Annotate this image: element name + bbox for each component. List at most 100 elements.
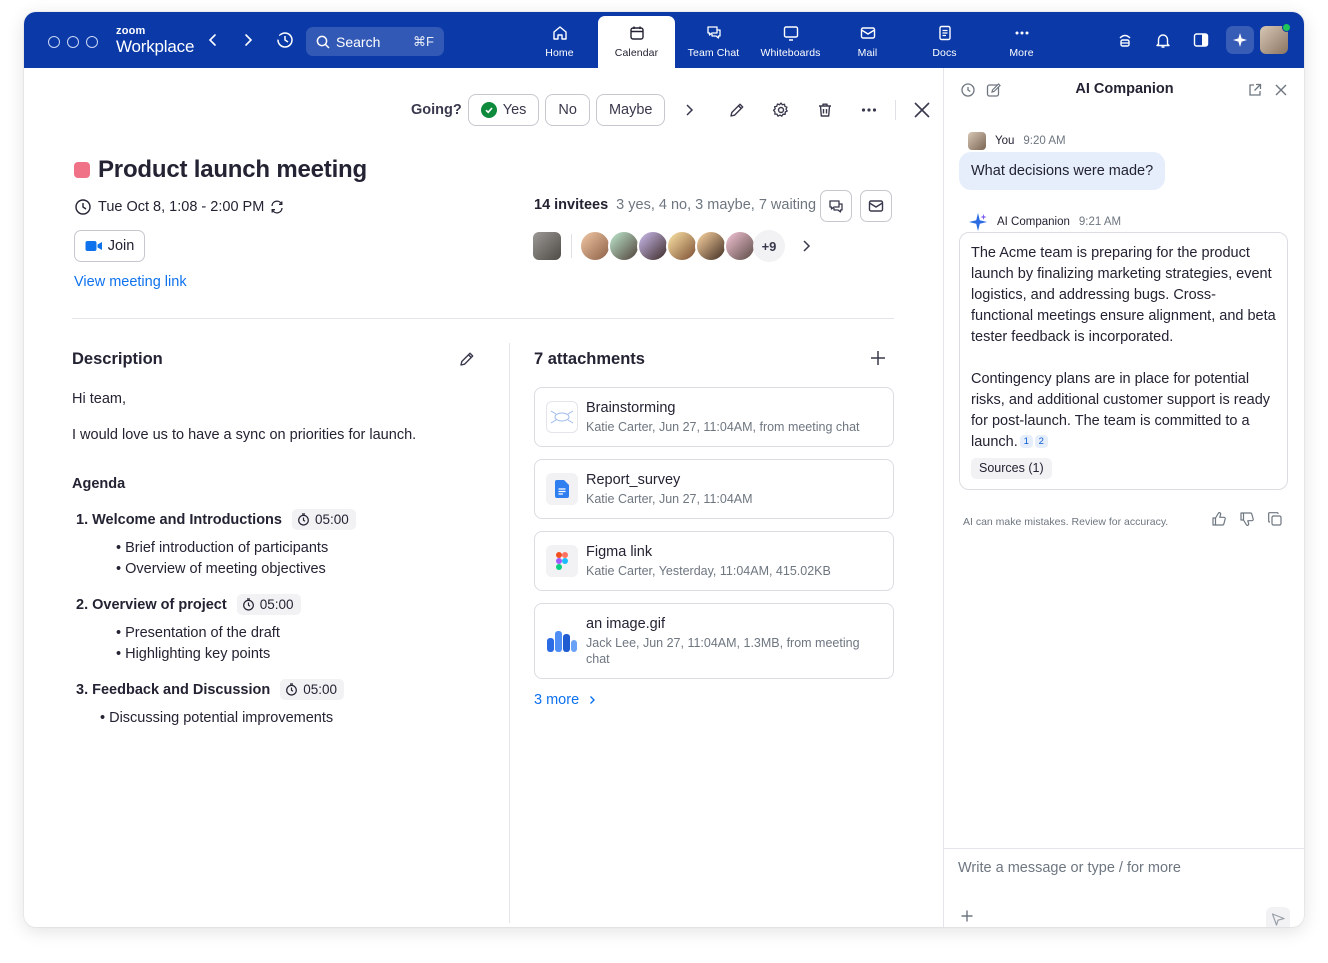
ai-timestamp: 9:21 AM: [1078, 216, 1122, 228]
agenda-bullet: • Discussing potential improvements: [100, 710, 334, 726]
thumbs-down-icon[interactable]: [1239, 511, 1255, 527]
trash-icon[interactable]: [809, 94, 841, 126]
maximize-window-button[interactable]: [86, 36, 98, 48]
rsvp-yes-button[interactable]: Yes: [467, 94, 540, 126]
duration-text: 05:00: [314, 512, 349, 527]
ai-answer-text: Contingency plans are in place for poten…: [971, 371, 1271, 450]
online-status-dot: [1282, 23, 1291, 32]
side-panel-icon[interactable]: [1182, 26, 1220, 54]
avatar[interactable]: [724, 230, 756, 262]
rsvp-no-button[interactable]: No: [545, 94, 590, 126]
forward-arrow-icon[interactable]: [240, 32, 256, 48]
tab-mail[interactable]: Mail: [829, 16, 906, 68]
close-window-button[interactable]: [48, 36, 60, 48]
avatar-divider: [571, 234, 572, 258]
thumbs-up-icon[interactable]: [1211, 511, 1227, 527]
gear-icon[interactable]: [765, 94, 797, 126]
minimize-window-button[interactable]: [67, 36, 79, 48]
avatar: [968, 132, 986, 150]
history-icon[interactable]: [275, 30, 295, 50]
search-icon: [316, 35, 330, 49]
view-meeting-link[interactable]: View meeting link: [74, 274, 187, 290]
column-divider: [509, 343, 510, 923]
rsvp-maybe-label: Maybe: [608, 102, 653, 118]
add-attachment-icon[interactable]: [868, 348, 888, 368]
agenda-item: 3. Feedback and Discussion 05:00: [76, 679, 345, 700]
attachment-item[interactable]: Figma link Katie Carter, Yesterday, 11:0…: [534, 531, 894, 591]
compose-input[interactable]: Write a message or type / for more: [958, 860, 1181, 876]
plus-icon[interactable]: [960, 909, 974, 923]
copy-icon[interactable]: [1267, 511, 1283, 527]
rsvp-yes-label: Yes: [502, 102, 527, 118]
invitees-summary: 14 invitees 3 yes, 4 no, 3 maybe, 7 wait…: [534, 197, 816, 213]
meeting-room-icon[interactable]: [1106, 26, 1144, 54]
citation-badge[interactable]: 2: [1034, 435, 1048, 448]
duration-text: 05:00: [259, 597, 294, 612]
ai-message-header: AI Companion 9:21 AM: [968, 212, 1121, 232]
sources-button[interactable]: Sources (1): [971, 458, 1052, 479]
attachment-meta: Katie Carter, Jun 27, 11:04AM: [586, 492, 753, 506]
attachment-meta: Jack Lee, Jun 27, 11:04AM, 1.3MB, from m…: [586, 636, 860, 666]
tab-home[interactable]: Home: [521, 16, 598, 68]
agenda-item: 1. Welcome and Introductions 05:00: [76, 509, 356, 530]
tab-docs[interactable]: Docs: [906, 16, 983, 68]
close-icon[interactable]: [1273, 82, 1289, 98]
avatar[interactable]: [637, 230, 669, 262]
attachment-item[interactable]: Brainstorming Katie Carter, Jun 27, 11:0…: [534, 387, 894, 447]
invitees-status: 3 yes, 4 no, 3 maybe, 7 waiting: [616, 197, 817, 213]
close-icon[interactable]: [906, 94, 938, 126]
show-more-attachments-link[interactable]: 3 more: [534, 692, 597, 708]
tab-team-chat[interactable]: Team Chat: [675, 16, 752, 68]
ai-companion-icon[interactable]: [1226, 26, 1254, 54]
ai-name: AI Companion: [997, 216, 1070, 228]
user-avatar[interactable]: [1260, 23, 1291, 54]
attachment-item[interactable]: Report_survey Katie Carter, Jun 27, 11:0…: [534, 459, 894, 519]
attachments-heading: 7 attachments: [534, 350, 645, 368]
ai-disclaimer: AI can make mistakes. Review for accurac…: [963, 516, 1169, 528]
pop-out-icon[interactable]: [1247, 82, 1263, 98]
app-window: zoom Workplace Search ⌘F Home Calendar T…: [24, 12, 1304, 927]
search-box[interactable]: Search ⌘F: [306, 27, 444, 56]
zoom-logo: zoom Workplace: [116, 26, 194, 56]
tab-whiteboards[interactable]: Whiteboards: [752, 16, 829, 68]
chat-invitees-button[interactable]: [820, 190, 852, 222]
rsvp-maybe-button[interactable]: Maybe: [595, 94, 666, 126]
more-options-icon[interactable]: [853, 94, 885, 126]
avatar[interactable]: [579, 230, 611, 262]
agenda-item-title: 2. Overview of project: [76, 596, 227, 613]
email-invitees-button[interactable]: [860, 190, 892, 222]
user-name: You: [995, 135, 1015, 147]
attachment-name: Brainstorming: [586, 400, 676, 416]
docs-icon: [938, 25, 951, 41]
clock-icon: [75, 199, 91, 215]
citation-badge[interactable]: 1: [1019, 435, 1033, 448]
avatar[interactable]: [531, 230, 563, 262]
tab-mail-label: Mail: [857, 47, 878, 59]
back-arrow-icon[interactable]: [205, 32, 221, 48]
user-message-bubble: What decisions were made?: [959, 152, 1166, 190]
rsvp-no-label: No: [558, 102, 577, 118]
send-button[interactable]: [1266, 907, 1290, 927]
avatar[interactable]: [666, 230, 698, 262]
edit-icon[interactable]: [721, 94, 753, 126]
chevron-right-icon[interactable]: [799, 239, 813, 253]
chevron-right-icon[interactable]: [673, 94, 705, 126]
avatar[interactable]: [608, 230, 640, 262]
search-shortcut: ⌘F: [413, 33, 434, 49]
join-button[interactable]: Join: [74, 230, 145, 262]
more-invitees-count[interactable]: +9: [753, 230, 785, 262]
tab-calendar-label: Calendar: [614, 47, 659, 59]
invitee-avatars[interactable]: +9: [531, 230, 813, 262]
attachment-item[interactable]: an image.gif Jack Lee, Jun 27, 11:04AM, …: [534, 603, 894, 679]
agenda-bullet: • Overview of meeting objectives: [116, 561, 326, 577]
message-composer[interactable]: Write a message or type / for more: [944, 848, 1304, 927]
duration-text: 05:00: [303, 682, 338, 697]
bell-icon[interactable]: [1144, 26, 1182, 54]
tab-more[interactable]: More: [983, 16, 1060, 68]
main-nav: Home Calendar Team Chat Whiteboards Mail…: [521, 16, 1060, 68]
chat-icon: [829, 200, 843, 213]
avatar[interactable]: [695, 230, 727, 262]
tab-calendar[interactable]: Calendar: [598, 16, 675, 68]
edit-icon[interactable]: [458, 350, 476, 368]
sparkle-icon: [969, 213, 987, 231]
